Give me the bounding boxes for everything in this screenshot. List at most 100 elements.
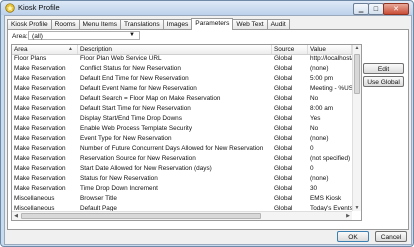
vertical-scroll-thumb[interactable] [354, 54, 360, 94]
edit-button[interactable]: Edit [363, 63, 404, 74]
table-row[interactable]: Make Reservation Status for New Reservati… [12, 175, 352, 183]
cell-description: Event Type for New Reservation [80, 135, 172, 142]
cell-value: Meeting - %USER% [310, 85, 352, 92]
table-row[interactable]: Make Reservation Default Event Name for N… [12, 85, 352, 93]
tab-parameters[interactable]: Parameters [191, 18, 234, 30]
table-row[interactable]: Floor Plans Floor Plan Web Service URL Glo… [12, 55, 352, 63]
cell-value: 30 [310, 185, 318, 192]
cell-description: Status for New Reservation [80, 175, 158, 182]
cell-source: Global [274, 75, 293, 82]
minimize-icon: ▁ [358, 6, 364, 13]
cell-value: No [310, 95, 319, 102]
cell-source: Global [274, 85, 293, 92]
table-row[interactable]: Make Reservation Default Search = Floor M… [12, 95, 352, 103]
table-row[interactable]: Make Reservation Number of Future Concurr… [12, 145, 352, 153]
cell-value: (none) [310, 135, 329, 142]
cell-value: 0 [310, 165, 314, 172]
cell-source: Global [274, 155, 293, 162]
table-row[interactable]: Make Reservation Time Drop Down Increment… [12, 185, 352, 193]
cell-value: http://localhost/Floor [310, 55, 352, 62]
column-header-source-label: Source [274, 46, 295, 53]
cell-value: No [310, 125, 319, 132]
parameters-panel: Area: (all) ▼ Area ▲ Description Source … [7, 29, 409, 230]
cell-description: Enable Web Process Template Security [80, 125, 193, 132]
scroll-right-icon[interactable]: ▶ [344, 213, 352, 219]
parameters-grid: Area ▲ Description Source Value Floor Pl… [11, 44, 362, 221]
cell-area: Make Reservation [14, 65, 66, 72]
cell-source: Global [274, 185, 293, 192]
cell-area: Make Reservation [14, 175, 66, 182]
area-filter-value: (all) [32, 33, 43, 40]
vertical-scrollbar[interactable]: ▲ ▼ [352, 45, 361, 211]
cell-area: Make Reservation [14, 125, 66, 132]
window-title: Kiosk Profile [18, 3, 60, 12]
cell-area: Make Reservation [14, 85, 66, 92]
cell-description: Number of Future Concurrent Days Allowed… [80, 145, 264, 152]
cell-area: Make Reservation [14, 155, 66, 162]
area-filter-label: Area: [12, 33, 28, 40]
cell-description: Default Search = Floor Map on Make Reser… [80, 95, 221, 102]
table-row[interactable]: Make Reservation Conflict Status for New … [12, 65, 352, 73]
minimize-button[interactable]: ▁ [353, 3, 369, 15]
use-global-button[interactable]: Use Global [363, 76, 404, 87]
column-header-description[interactable]: Description [78, 45, 272, 54]
sort-ascending-icon: ▲ [68, 46, 73, 52]
cell-description: Browser Title [80, 195, 117, 202]
cell-area: Make Reservation [14, 75, 66, 82]
table-row[interactable]: Make Reservation Reservation Source for N… [12, 155, 352, 163]
close-button[interactable]: ✕ [383, 3, 409, 15]
cell-area: Make Reservation [14, 115, 66, 122]
cell-area: Make Reservation [14, 165, 66, 172]
column-header-value[interactable]: Value [308, 45, 352, 54]
cell-description: Floor Plan Web Service URL [80, 55, 162, 62]
chevron-down-icon: ▼ [129, 32, 135, 38]
table-row[interactable]: Make Reservation Enable Web Process Templ… [12, 125, 352, 133]
cell-value: 5:00 pm [310, 75, 334, 82]
title-bar[interactable]: Kiosk Profile ▁ ☐ ✕ [1, 1, 413, 15]
table-row[interactable]: Miscellaneous Browser Title Global EMS Kios… [12, 195, 352, 203]
cell-value: 8:00 am [310, 105, 334, 112]
kiosk-profile-window: Kiosk Profile ▁ ☐ ✕ Kiosk Profile Rooms … [0, 0, 414, 247]
close-icon: ✕ [393, 6, 399, 13]
cancel-button[interactable]: Cancel [375, 231, 407, 242]
scroll-up-icon[interactable]: ▲ [353, 45, 361, 51]
column-header-source[interactable]: Source [272, 45, 308, 54]
cell-source: Global [274, 145, 293, 152]
table-row[interactable]: Make Reservation Default Start Time for N… [12, 105, 352, 113]
tab-strip: Kiosk Profile Rooms Menu Items Translati… [7, 18, 290, 30]
area-filter-select[interactable]: (all) ▼ [28, 31, 140, 40]
table-row[interactable]: Make Reservation Display Start/End Time D… [12, 115, 352, 123]
cell-value: Yes [310, 115, 321, 122]
scroll-down-icon[interactable]: ▼ [353, 205, 361, 211]
cell-source: Global [274, 115, 293, 122]
scroll-left-icon[interactable]: ◀ [12, 213, 20, 219]
cell-area: Make Reservation [14, 185, 66, 192]
cell-value: (not specified) [310, 155, 351, 162]
cell-description: Conflict Status for New Reservation [80, 65, 181, 72]
cell-value: (none) [310, 175, 329, 182]
cell-source: Global [274, 125, 293, 132]
table-row[interactable]: Make Reservation Start Date Allowed for N… [12, 165, 352, 173]
horizontal-scrollbar[interactable]: ◀ ▶ [12, 211, 352, 220]
cell-area: Make Reservation [14, 105, 66, 112]
grid-header: Area ▲ Description Source Value [12, 45, 352, 55]
cell-area: Floor Plans [14, 55, 47, 62]
cell-area: Make Reservation [14, 135, 66, 142]
cell-description: Time Drop Down Increment [80, 185, 158, 192]
horizontal-scroll-thumb[interactable] [21, 213, 261, 219]
column-header-area[interactable]: Area ▲ [12, 45, 78, 54]
table-row[interactable]: Make Reservation Event Type for New Reser… [12, 135, 352, 143]
cell-source: Global [274, 175, 293, 182]
cell-value: (none) [310, 65, 329, 72]
cell-area: Miscellaneous [14, 195, 55, 202]
ok-button[interactable]: OK [337, 231, 369, 242]
column-header-value-label: Value [310, 46, 326, 53]
table-row[interactable]: Make Reservation Default End Time for New… [12, 75, 352, 83]
cell-description: Reservation Source for New Reservation [80, 155, 196, 162]
cell-area: Make Reservation [14, 95, 66, 102]
cell-value: 0 [310, 145, 314, 152]
kiosk-app-icon [5, 3, 15, 13]
cell-source: Global [274, 135, 293, 142]
cell-description: Display Start/End Time Drop Downs [80, 115, 182, 122]
maximize-button[interactable]: ☐ [368, 3, 384, 15]
